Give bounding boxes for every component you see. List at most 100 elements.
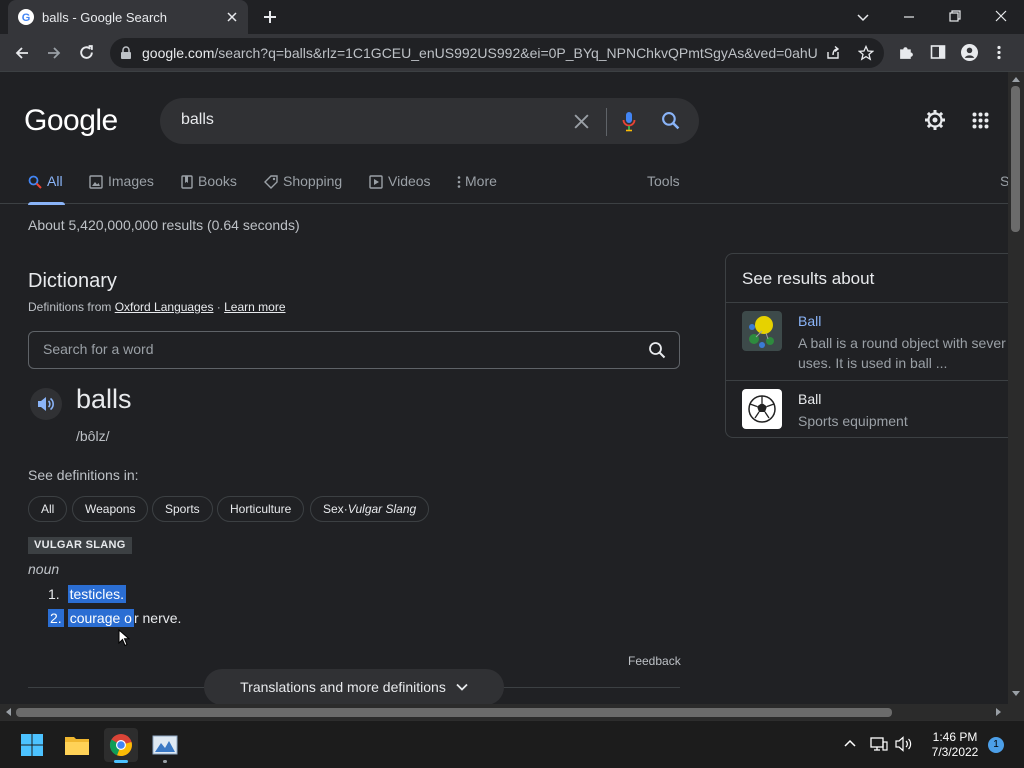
scroll-down-arrow-icon[interactable] [1012,691,1020,697]
google-logo[interactable]: Google [24,104,118,138]
tab-shopping[interactable]: Shopping [264,170,342,204]
horizontal-scroll-thumb[interactable] [16,708,892,717]
word-search-icon[interactable] [648,341,666,359]
new-tab-icon[interactable] [262,9,278,25]
close-window-icon[interactable] [994,9,1008,23]
search-submit-icon[interactable] [661,111,680,130]
taskbar: 1:46 PM 7/3/2022 1 [0,720,1024,768]
url-text[interactable]: google.com/search?q=balls&rlz=1C1GCEU_en… [142,45,817,61]
tab-all[interactable]: All [28,170,65,205]
feedback-link[interactable]: Feedback [628,654,681,668]
result-about-name[interactable]: Ball [798,313,821,329]
usage-label: VULGAR SLANG [28,537,132,554]
scroll-up-arrow-icon[interactable] [1012,76,1020,82]
image-icon [89,173,103,189]
chrome-taskbar-icon[interactable] [104,728,138,763]
system-clock[interactable]: 1:46 PM 7/3/2022 [920,730,990,760]
search-box-divider [606,108,607,136]
scrollbar-corner [1008,704,1024,720]
tab-more[interactable]: More [457,170,497,204]
translations-more-definitions-button[interactable]: Translations and more definitions [204,669,504,704]
clear-search-icon[interactable] [573,113,590,130]
browser-tab[interactable]: G balls - Google Search [8,0,248,34]
tab-books[interactable]: Books [181,170,237,204]
clock-date: 7/3/2022 [931,745,979,759]
browser-menu-kebab-icon[interactable] [996,44,1002,61]
search-tabs: All Images Books Shopping Videos More To… [0,170,1008,205]
definition-item: 1. testicles. [48,585,127,603]
search-results-page: Google balls All Images Books Shopping V… [0,72,1008,704]
result-about-item[interactable]: Ball Sports equipment [726,380,1008,438]
tab-title: balls - Google Search [42,9,168,25]
forward-arrow-icon[interactable] [46,45,62,61]
tab-images[interactable]: Images [89,170,154,204]
chip-all[interactable]: All [28,496,68,522]
result-about-description: A ball is a round object with sever uses.… [798,335,1006,371]
result-stats: About 5,420,000,000 results (0.64 second… [28,217,300,233]
search-tab-icon [28,173,42,189]
chip-sports[interactable]: Sports [152,496,213,522]
chip-weapons[interactable]: Weapons [72,496,149,522]
show-hidden-icons-chevron-icon[interactable] [844,739,856,747]
part-of-speech: noun [28,561,60,577]
tab-search-chevron-icon[interactable] [856,10,870,24]
lock-icon[interactable] [120,46,132,60]
oxford-languages-link[interactable]: Oxford Languages [115,300,214,314]
result-about-name[interactable]: Ball [798,391,821,407]
network-icon[interactable] [870,736,888,752]
google-favicon-icon: G [18,9,34,25]
molecule-ball-thumbnail [742,311,782,351]
phonetic-spelling: /bôlz/ [76,428,110,444]
more-vertical-dots-icon [457,173,461,189]
mouse-pointer-icon [118,629,130,647]
extensions-puzzle-icon[interactable] [898,44,915,61]
result-about-item[interactable]: Ball A ball is a round object with sever… [726,302,1008,380]
settings-gear-icon[interactable] [924,109,946,131]
photos-app-icon[interactable] [148,728,182,763]
play-video-icon [369,173,383,189]
horizontal-scrollbar[interactable] [0,704,1008,720]
vertical-scroll-thumb[interactable] [1011,86,1020,232]
chip-horticulture[interactable]: Horticulture [217,496,305,522]
search-query[interactable]: balls [181,111,214,129]
tab-close-icon[interactable] [226,11,238,23]
voice-search-mic-icon[interactable] [622,111,636,132]
minimize-icon[interactable] [902,10,916,24]
restore-icon[interactable] [948,9,962,23]
google-apps-grid-icon[interactable] [972,112,989,129]
profile-avatar-icon[interactable] [961,44,978,61]
chevron-down-icon [456,683,468,691]
see-definitions-label: See definitions in: [28,467,139,483]
title-bar: G balls - Google Search [0,0,1024,34]
scroll-left-arrow-icon[interactable] [5,708,11,716]
bookmark-star-icon[interactable] [858,45,874,61]
file-explorer-icon[interactable] [60,728,94,762]
result-about-description: Sports equipment [798,413,908,429]
browser-toolbar: google.com/search?q=balls&rlz=1C1GCEU_en… [0,34,1024,72]
definition-item: 2. courage or nerve. [48,609,182,627]
tab-videos[interactable]: Videos [369,170,431,204]
clipped-tab-label[interactable]: S [1000,170,1008,204]
svg-text:G: G [22,12,31,24]
pronunciation-speaker-icon[interactable] [30,388,62,420]
running-app-indicator [163,760,167,763]
notification-badge[interactable]: 1 [988,737,1004,753]
reload-icon[interactable] [78,44,95,61]
windows-start-icon[interactable] [15,728,49,762]
tools-button[interactable]: Tools [647,170,680,204]
scroll-right-arrow-icon[interactable] [996,708,1002,716]
vertical-scrollbar[interactable] [1008,72,1024,704]
side-panel-icon[interactable] [930,44,946,60]
search-box[interactable]: balls [160,98,699,144]
learn-more-link[interactable]: Learn more [224,300,285,314]
book-icon [181,173,193,189]
word-search-field[interactable] [28,331,680,369]
share-icon[interactable] [825,45,841,61]
address-bar[interactable]: google.com/search?q=balls&rlz=1C1GCEU_en… [110,38,884,68]
chip-sex-vulgar-slang[interactable]: Sex · Vulgar Slang [310,496,430,522]
word-search-input[interactable] [43,341,623,357]
active-app-indicator [114,760,128,763]
panel-title: See results about [742,269,875,288]
back-arrow-icon[interactable] [14,45,30,61]
volume-speaker-icon[interactable] [895,736,913,752]
